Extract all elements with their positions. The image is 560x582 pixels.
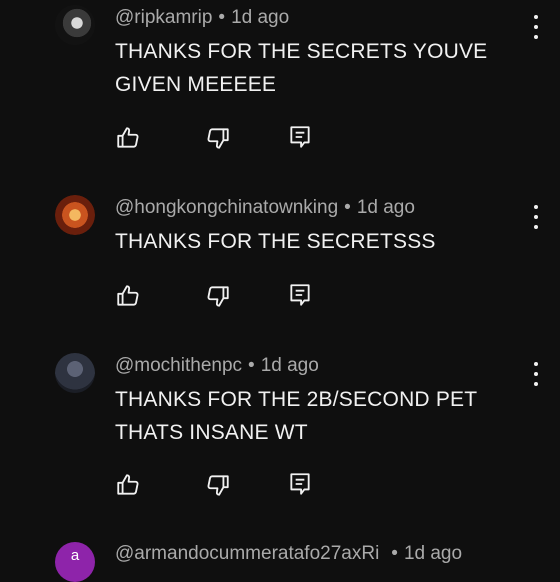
reply-icon[interactable] xyxy=(287,124,313,150)
reply-icon[interactable] xyxy=(287,282,313,308)
reply-icon[interactable] xyxy=(287,471,313,497)
comment-header: @hongkongchinatownking • 1d ago xyxy=(115,197,415,219)
more-vert-icon[interactable] xyxy=(526,15,546,39)
comment-time[interactable]: 1d ago xyxy=(357,197,415,218)
thumbs-up-icon[interactable] xyxy=(115,283,141,309)
comment-time[interactable]: 1d ago xyxy=(404,543,462,564)
thumbs-down-icon[interactable] xyxy=(205,125,231,151)
avatar-letter: a xyxy=(70,547,80,564)
comment-header: @armandocummeratafo27axRi • 1d ago xyxy=(115,543,462,565)
separator: • xyxy=(218,7,226,28)
avatar[interactable] xyxy=(55,5,95,45)
comment-text: THANKS FOR THE 2B/SECOND PET THATS INSAN… xyxy=(115,388,477,444)
comment-text: THANKS FOR THE SECRETS YOUVE GIVEN MEEEE… xyxy=(115,40,488,96)
thumbs-up-icon[interactable] xyxy=(115,125,141,151)
comment-header: @mochithenpc • 1d ago xyxy=(115,355,319,377)
comment-text: THANKS FOR THE SECRETSSS xyxy=(115,230,436,253)
more-vert-icon[interactable] xyxy=(526,362,546,386)
avatar[interactable] xyxy=(55,353,95,393)
thumbs-down-icon[interactable] xyxy=(205,472,231,498)
separator: • xyxy=(391,543,398,564)
comment-author[interactable]: @armandocummeratafo27axRi xyxy=(115,543,379,564)
thumbs-up-icon[interactable] xyxy=(115,472,141,498)
avatar[interactable]: a xyxy=(55,542,95,582)
comment-time[interactable]: 1d ago xyxy=(231,7,289,28)
separator: • xyxy=(344,197,351,218)
avatar[interactable] xyxy=(55,195,95,235)
more-vert-icon[interactable] xyxy=(526,205,546,229)
separator: • xyxy=(248,355,255,376)
comment-time[interactable]: 1d ago xyxy=(261,355,319,376)
comment-author[interactable]: @ripkamrip xyxy=(115,7,212,28)
comment-author[interactable]: @hongkongchinatownking xyxy=(115,197,338,218)
comment-header: @ripkamrip • 1d ago xyxy=(115,7,289,29)
comment-author[interactable]: @mochithenpc xyxy=(115,355,242,376)
thumbs-down-icon[interactable] xyxy=(205,283,231,309)
